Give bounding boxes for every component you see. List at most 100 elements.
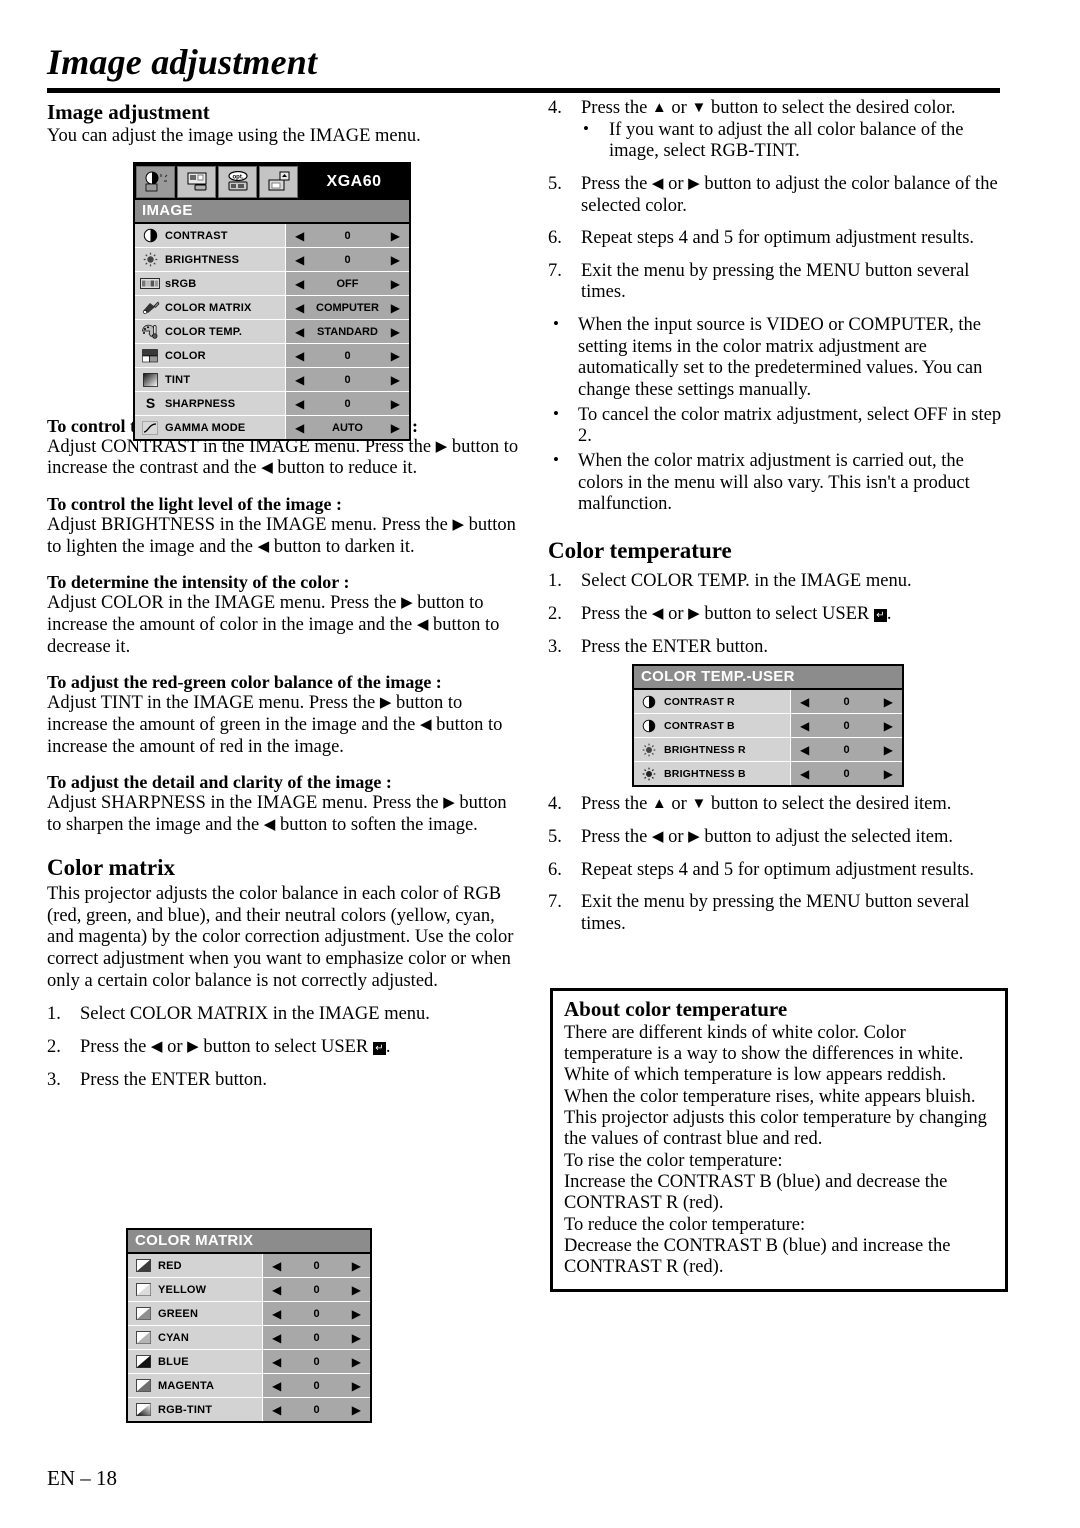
osd-row-value-stepper[interactable]: ◀ COMPUTER ▶	[285, 296, 409, 319]
osd-row-value-stepper[interactable]: ◀ 0 ▶	[790, 714, 902, 737]
osd-row-value-stepper[interactable]: ◀ 0 ▶	[790, 762, 902, 785]
osd-row-value: 0	[313, 1355, 320, 1368]
right-arrow-icon[interactable]: ▶	[352, 1308, 361, 1320]
osd-row-rgb-tint[interactable]: RGB-TINT ◀ 0 ▶	[128, 1398, 370, 1421]
right-arrow-icon[interactable]: ▶	[391, 398, 400, 410]
svg-text:opt.: opt.	[232, 175, 243, 181]
osd-row-cyan[interactable]: CYAN ◀ 0 ▶	[128, 1326, 370, 1350]
right-arrow-icon[interactable]: ▶	[391, 326, 400, 338]
left-arrow-icon[interactable]: ◀	[800, 720, 809, 732]
osd-row-brightness-r[interactable]: BRIGHTNESS R ◀ 0 ▶	[634, 738, 902, 762]
left-arrow-icon[interactable]: ◀	[295, 302, 304, 314]
osd-row-value: 0	[843, 767, 850, 780]
osd-row-magenta[interactable]: MAGENTA ◀ 0 ▶	[128, 1374, 370, 1398]
left-arrow-icon[interactable]: ◀	[295, 254, 304, 266]
osd-row-contrast[interactable]: CONTRAST ◀ 0 ▶	[135, 224, 409, 248]
color-matrix-intro: This projector adjusts the color balance…	[47, 884, 514, 991]
option-tab[interactable]: opt.	[218, 166, 257, 198]
osd-row-value-stepper[interactable]: ◀ 0 ▶	[262, 1374, 370, 1397]
osd-row-green[interactable]: GREEN ◀ 0 ▶	[128, 1302, 370, 1326]
osd-row-value-stepper[interactable]: ◀ 0 ▶	[790, 738, 902, 761]
left-arrow-icon[interactable]: ◀	[295, 278, 304, 290]
osd-row-value-stepper[interactable]: ◀ 0 ▶	[790, 690, 902, 713]
swatch-blue-icon	[128, 1350, 158, 1373]
osd-row-sharpness[interactable]: S SHARPNESS ◀ 0 ▶	[135, 392, 409, 416]
step-text: Repeat steps 4 and 5 for optimum adjustm…	[581, 859, 975, 880]
right-arrow-icon[interactable]: ▶	[391, 254, 400, 266]
left-arrow-icon[interactable]: ◀	[295, 374, 304, 386]
osd-row-value-stepper[interactable]: ◀ AUTO ▶	[285, 416, 409, 439]
right-arrow-icon[interactable]: ▶	[884, 768, 893, 780]
osd-row-value-stepper[interactable]: ◀ 0 ▶	[262, 1398, 370, 1421]
osd-row-srgb[interactable]: sRGB ◀ OFF ▶	[135, 272, 409, 296]
topic-body: Adjust COLOR in the IMAGE menu. Press th…	[47, 593, 519, 658]
left-arrow-icon[interactable]: ◀	[800, 768, 809, 780]
color-temp-user-osd-menu[interactable]: COLOR TEMP.-USER CONTRAST R ◀ 0 ▶ CONTRA…	[632, 664, 904, 787]
osd-row-value-stepper[interactable]: ◀ 0 ▶	[262, 1350, 370, 1373]
osd-row-value-stepper[interactable]: ◀ STANDARD ▶	[285, 320, 409, 343]
left-arrow-icon[interactable]: ◀	[272, 1332, 281, 1344]
right-arrow-icon[interactable]: ▶	[352, 1260, 361, 1272]
osd-row-gamma-mode[interactable]: GAMMA MODE ◀ AUTO ▶	[135, 416, 409, 439]
osd-row-color-temp[interactable]: COLOR TEMP. ◀ STANDARD ▶	[135, 320, 409, 344]
osd-row-contrast-b[interactable]: CONTRAST B ◀ 0 ▶	[634, 714, 902, 738]
left-arrow-icon[interactable]: ◀	[272, 1356, 281, 1368]
right-arrow-icon[interactable]: ▶	[884, 696, 893, 708]
osd-row-value-stepper[interactable]: ◀ 0 ▶	[285, 344, 409, 367]
osd-row-contrast-r[interactable]: CONTRAST R ◀ 0 ▶	[634, 690, 902, 714]
left-arrow-icon[interactable]: ◀	[800, 744, 809, 756]
right-arrow-icon[interactable]: ▶	[884, 720, 893, 732]
right-arrow-icon[interactable]: ▶	[391, 230, 400, 242]
right-arrow-icon[interactable]: ▶	[391, 422, 400, 434]
left-arrow-icon[interactable]: ◀	[800, 696, 809, 708]
topic-color: To determine the intensity of the color …	[47, 572, 519, 658]
image-tab[interactable]	[136, 166, 175, 198]
left-arrow-icon[interactable]: ◀	[272, 1308, 281, 1320]
left-arrow-icon[interactable]: ◀	[295, 350, 304, 362]
left-arrow-icon[interactable]: ◀	[295, 422, 304, 434]
osd-row-value-stepper[interactable]: ◀ 0 ▶	[262, 1302, 370, 1325]
color-matrix-osd-menu[interactable]: COLOR MATRIX RED ◀ 0 ▶ YELLOW ◀ 0 ▶ GREE…	[126, 1228, 372, 1423]
right-arrow-icon[interactable]: ▶	[391, 350, 400, 362]
osd-row-value-stepper[interactable]: ◀ 0 ▶	[285, 248, 409, 271]
topic-heading: To determine the intensity of the color …	[47, 572, 350, 593]
osd-row-value: 0	[313, 1403, 320, 1416]
osd-row-value-stepper[interactable]: ◀ 0 ▶	[262, 1254, 370, 1277]
osd-row-value-stepper[interactable]: ◀ 0 ▶	[285, 392, 409, 415]
right-arrow-icon[interactable]: ▶	[884, 744, 893, 756]
osd-row-value-stepper[interactable]: ◀ 0 ▶	[285, 224, 409, 247]
left-arrow-icon[interactable]: ◀	[272, 1260, 281, 1272]
feature-tab[interactable]	[259, 166, 298, 198]
left-arrow-icon[interactable]: ◀	[295, 230, 304, 242]
left-arrow-icon[interactable]: ◀	[295, 326, 304, 338]
osd-row-value-stepper[interactable]: ◀ 0 ▶	[285, 368, 409, 391]
signal-tab[interactable]	[177, 166, 216, 198]
osd-row-value-stepper[interactable]: ◀ OFF ▶	[285, 272, 409, 295]
step-text: Press the ENTER button.	[581, 636, 769, 657]
step-text-pre: Press the	[581, 794, 652, 815]
right-arrow-icon[interactable]: ▶	[391, 302, 400, 314]
osd-row-color-matrix[interactable]: COLOR MATRIX ◀ COMPUTER ▶	[135, 296, 409, 320]
right-arrow-icon[interactable]: ▶	[352, 1284, 361, 1296]
left-arrow-icon[interactable]: ◀	[272, 1284, 281, 1296]
left-arrow-icon[interactable]: ◀	[272, 1404, 281, 1416]
left-arrow-icon[interactable]: ◀	[272, 1380, 281, 1392]
right-arrow-icon[interactable]: ▶	[352, 1404, 361, 1416]
image-osd-menu[interactable]: opt. XGA60 IMAGE CONTRAST ◀ 0 ▶ BRIGHTNE…	[133, 162, 411, 441]
osd-row-value-stepper[interactable]: ◀ 0 ▶	[262, 1326, 370, 1349]
right-arrow-icon[interactable]: ▶	[391, 374, 400, 386]
right-arrow-icon[interactable]: ▶	[352, 1356, 361, 1368]
right-arrow-icon[interactable]: ▶	[352, 1332, 361, 1344]
left-arrow-icon: ◀	[651, 828, 664, 845]
right-arrow-icon[interactable]: ▶	[391, 278, 400, 290]
osd-row-blue[interactable]: BLUE ◀ 0 ▶	[128, 1350, 370, 1374]
osd-row-yellow[interactable]: YELLOW ◀ 0 ▶	[128, 1278, 370, 1302]
osd-row-brightness-b[interactable]: BRIGHTNESS B ◀ 0 ▶	[634, 762, 902, 785]
osd-row-value-stepper[interactable]: ◀ 0 ▶	[262, 1278, 370, 1301]
osd-row-brightness[interactable]: BRIGHTNESS ◀ 0 ▶	[135, 248, 409, 272]
left-arrow-icon[interactable]: ◀	[295, 398, 304, 410]
osd-row-tint[interactable]: TINT ◀ 0 ▶	[135, 368, 409, 392]
right-arrow-icon[interactable]: ▶	[352, 1380, 361, 1392]
osd-row-red[interactable]: RED ◀ 0 ▶	[128, 1254, 370, 1278]
osd-row-color[interactable]: COLOR ◀ 0 ▶	[135, 344, 409, 368]
